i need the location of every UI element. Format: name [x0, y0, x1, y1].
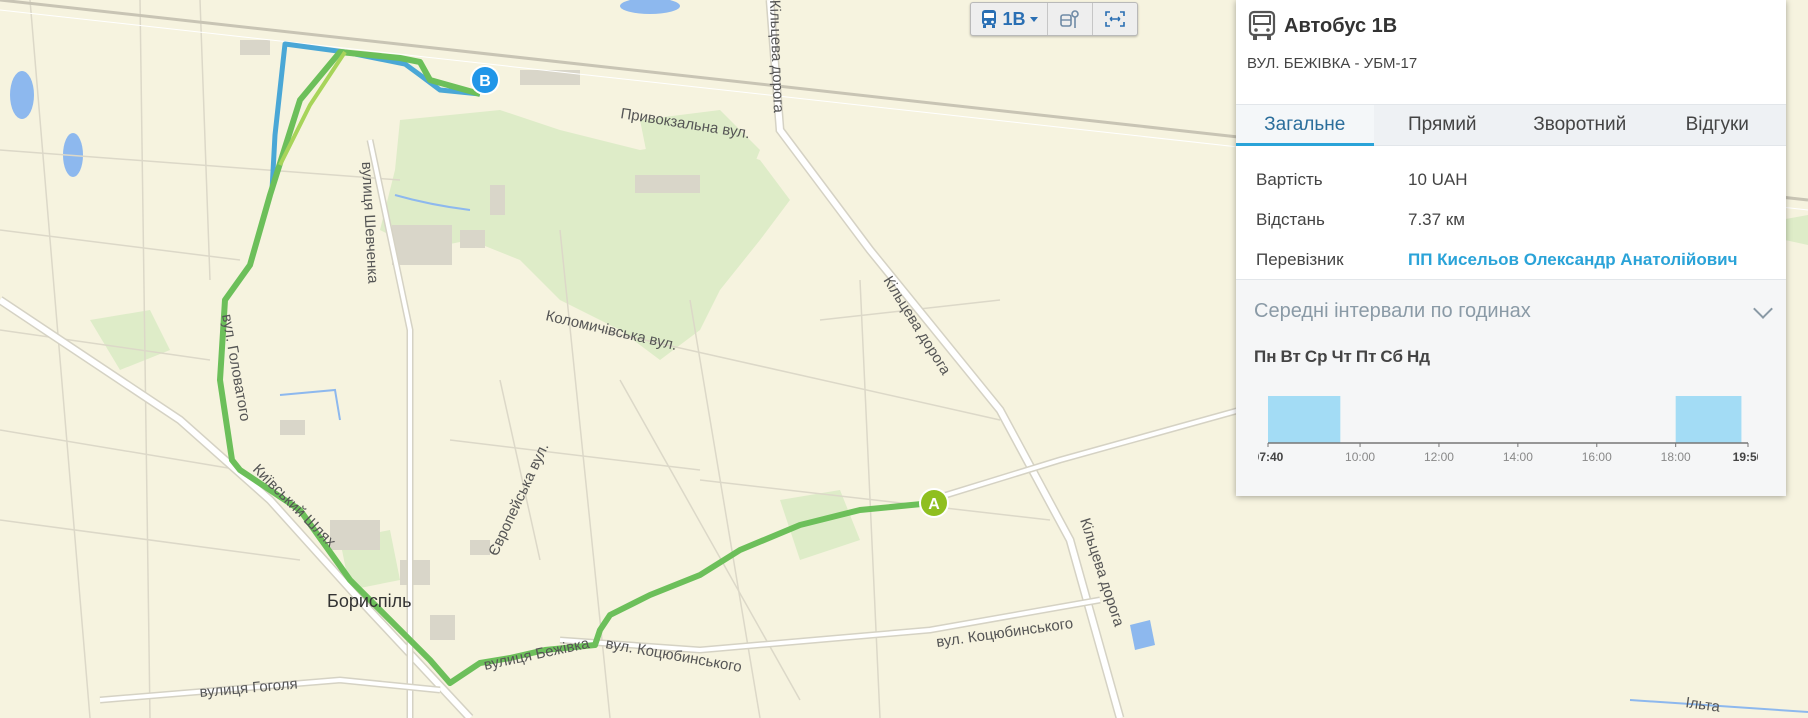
interval-chart: 07:40 10:00 12:00 14:00 16:00 18:00 19:50: [1258, 396, 1758, 464]
price-row: Вартість 10 UAH: [1236, 160, 1786, 200]
fit-bounds-icon: [1105, 11, 1125, 27]
route-select-button[interactable]: 1В: [971, 3, 1048, 35]
chart-tick-label: 19:50: [1733, 450, 1758, 464]
chart-tick-label: 14:00: [1503, 450, 1533, 464]
chart-tick-label: 12:00: [1424, 450, 1454, 464]
route-select-label: 1В: [1002, 8, 1026, 29]
day-thu[interactable]: Чт: [1332, 347, 1352, 367]
route-info-panel: Автобус 1В ВУЛ. БЕЖІВКА - УБМ-17 Загальн…: [1236, 0, 1786, 496]
bus-icon: [1248, 10, 1276, 40]
panel-tabs: Загальне Прямий Зворотний Відгуки: [1236, 104, 1786, 146]
fit-bounds-button[interactable]: [1093, 3, 1137, 35]
carrier-row: Перевізник ПП Кисельов Олександр Анатолі…: [1236, 240, 1786, 280]
svg-text:B: B: [479, 73, 491, 90]
svg-text:A: A: [928, 496, 940, 513]
day-sat[interactable]: Сб: [1380, 347, 1403, 367]
price-value: 10 UAH: [1408, 170, 1468, 189]
chevron-down-icon[interactable]: [1753, 299, 1773, 319]
distance-value: 7.37 км: [1408, 210, 1465, 229]
chart-tick-label: 18:00: [1661, 450, 1691, 464]
marker-a[interactable]: A: [919, 488, 949, 518]
tab-backward[interactable]: Зворотний: [1511, 105, 1649, 145]
tab-general[interactable]: Загальне: [1236, 105, 1374, 146]
price-label: Вартість: [1256, 170, 1323, 189]
carrier-link[interactable]: ПП Кисельов Олександр Анатолійович: [1408, 250, 1738, 270]
chart-tick-label: 07:40: [1258, 450, 1284, 464]
intervals-title[interactable]: Середні інтервали по годинах: [1254, 300, 1531, 323]
intervals-section: Середні інтервали по годинах Пн Вт Ср Чт…: [1236, 279, 1786, 496]
distance-label: Відстань: [1256, 210, 1325, 229]
chart-tick-label: 10:00: [1345, 450, 1375, 464]
chart-tick-label: 16:00: [1582, 450, 1612, 464]
route-subtitle: ВУЛ. БЕЖІВКА - УБМ-17: [1247, 55, 1418, 72]
day-tue[interactable]: Вт: [1281, 347, 1301, 367]
tab-forward[interactable]: Прямий: [1374, 105, 1512, 145]
day-sun[interactable]: Нд: [1407, 347, 1430, 367]
marker-b[interactable]: B: [470, 65, 500, 95]
day-selector: Пн Вт Ср Чт Пт Сб Нд: [1254, 347, 1430, 367]
bus-stop-icon: [1060, 10, 1079, 28]
chevron-down-icon: [1029, 16, 1038, 22]
label-city: Бориспіль: [327, 591, 412, 611]
day-mon[interactable]: Пн: [1254, 347, 1277, 367]
panel-header: Автобус 1В ВУЛ. БЕЖІВКА - УБМ-17: [1236, 0, 1786, 104]
day-fri[interactable]: Пт: [1356, 347, 1377, 367]
day-wed[interactable]: Ср: [1305, 347, 1328, 367]
carrier-label: Перевізник: [1256, 250, 1344, 269]
route-info: Вартість 10 UAH Відстань 7.37 км Перевіз…: [1236, 146, 1786, 286]
bus-icon: [982, 10, 997, 28]
route-title: Автобус 1В: [1284, 15, 1398, 37]
tab-reviews[interactable]: Відгуки: [1649, 105, 1787, 145]
distance-row: Відстань 7.37 км: [1236, 200, 1786, 240]
interval-bar: [1675, 396, 1742, 443]
bus-stops-button[interactable]: [1048, 3, 1093, 35]
map-toolbar: 1В: [970, 2, 1138, 36]
interval-bar: [1268, 396, 1341, 443]
